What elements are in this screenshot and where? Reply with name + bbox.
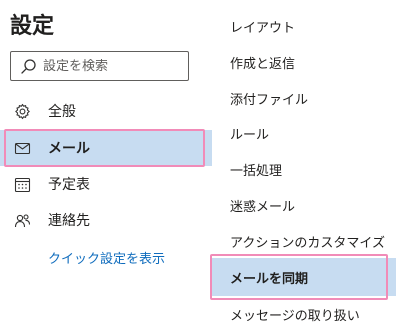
settings-title: 設定	[10, 14, 55, 39]
submenu-item-junk-email[interactable]: 迷惑メール	[212, 187, 396, 223]
people-icon	[14, 214, 31, 228]
calendar-icon	[14, 177, 31, 193]
gear-icon	[15, 103, 30, 120]
nav-item-mail[interactable]: メール	[0, 130, 212, 166]
nav-item-label: メール	[48, 141, 90, 157]
submenu-item-layout[interactable]: レイアウト	[212, 8, 396, 44]
submenu-item-customize-actions[interactable]: アクションのカスタマイズ	[212, 223, 396, 259]
submenu-item-rules[interactable]: ルール	[212, 115, 396, 151]
nav-item-label: 連絡先	[48, 213, 90, 229]
submenu-item-label: 作成と返信	[230, 56, 296, 72]
submenu-item-sync-email[interactable]: メールを同期	[212, 258, 396, 296]
submenu-item-label: 迷惑メール	[230, 199, 296, 215]
submenu-item-label: メールを同期	[230, 271, 309, 287]
submenu-item-compose-reply[interactable]: 作成と返信	[212, 44, 396, 80]
nav-item-label: 全般	[48, 104, 76, 120]
quick-settings-link[interactable]: クイック設定を表示	[48, 248, 165, 267]
submenu-item-sweep[interactable]: 一括処理	[212, 151, 396, 187]
submenu-item-attachments[interactable]: 添付ファイル	[212, 80, 396, 116]
search-icon	[21, 58, 36, 74]
submenu-item-message-handling[interactable]: メッセージの取り扱い	[212, 296, 396, 332]
settings-search-box[interactable]	[10, 51, 189, 81]
nav-item-people[interactable]: 連絡先	[0, 202, 212, 238]
submenu-item-label: 一括処理	[230, 163, 283, 179]
submenu-item-label: 添付ファイル	[230, 92, 309, 108]
mail-settings-submenu: レイアウト 作成と返信 添付ファイル ルール 一括処理 迷惑メール アクションの…	[212, 0, 396, 336]
nav-item-calendar[interactable]: 予定表	[0, 166, 212, 202]
submenu-item-label: ルール	[230, 127, 270, 143]
nav-item-general[interactable]: 全般	[0, 93, 212, 129]
submenu-item-label: メッセージの取り扱い	[230, 308, 360, 324]
submenu-item-label: アクションのカスタマイズ	[230, 235, 385, 251]
settings-search-input[interactable]	[43, 58, 183, 74]
submenu-item-label: レイアウト	[230, 20, 296, 36]
mail-icon	[14, 142, 31, 155]
nav-item-label: 予定表	[48, 177, 90, 193]
settings-nav-pane: 設定 全般 メール 予定表	[0, 0, 212, 336]
